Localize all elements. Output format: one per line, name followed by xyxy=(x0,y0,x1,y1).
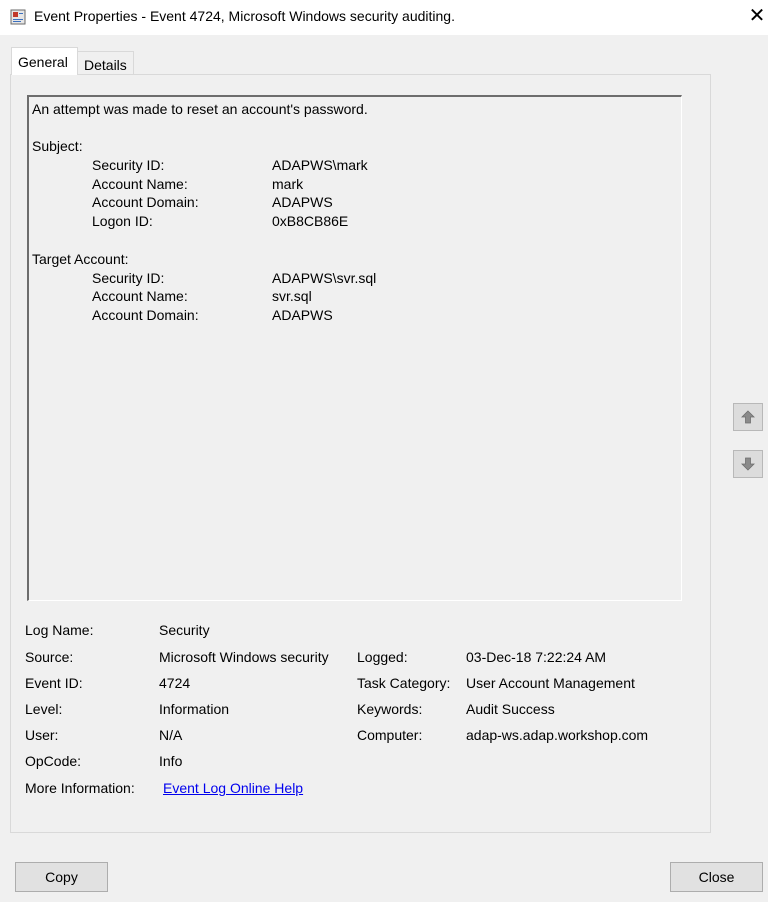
log-name-label: Log Name: xyxy=(25,622,94,638)
copy-button[interactable]: Copy xyxy=(15,862,108,892)
opcode-value: Info xyxy=(159,753,183,769)
subject-security-id-value: ADAPWS\mark xyxy=(272,157,368,173)
user-label: User: xyxy=(25,727,59,743)
logged-value: 03-Dec-18 7:22:24 AM xyxy=(466,649,607,665)
computer-value: adap-ws.adap.workshop.com xyxy=(466,727,649,743)
subject-account-domain-label: Account Domain: xyxy=(92,194,199,210)
target-security-id-label: Security ID: xyxy=(92,270,165,286)
user-value: N/A xyxy=(159,727,183,743)
target-heading: Target Account: xyxy=(32,251,129,267)
more-information-label: More Information: xyxy=(25,780,135,796)
event-log-online-help-link[interactable]: Event Log Online Help xyxy=(163,780,303,796)
target-account-name-value: svr.sql xyxy=(272,288,312,304)
computer-label: Computer: xyxy=(357,727,423,743)
close-window-icon[interactable]: ✕ xyxy=(742,4,768,30)
tab-general[interactable]: General xyxy=(11,47,78,75)
subject-account-domain-value: ADAPWS xyxy=(272,194,333,210)
source-label: Source: xyxy=(25,649,74,665)
keywords-label: Keywords: xyxy=(357,701,423,717)
subject-security-id-label: Security ID: xyxy=(92,157,165,173)
level-label: Level: xyxy=(25,701,63,717)
log-name-value: Security xyxy=(159,622,210,638)
subject-account-name-label: Account Name: xyxy=(92,176,188,192)
target-account-domain-label: Account Domain: xyxy=(92,307,199,323)
tab-details[interactable]: Details xyxy=(77,51,134,75)
target-account-domain-value: ADAPWS xyxy=(272,307,333,323)
task-category-value: User Account Management xyxy=(466,675,635,691)
subject-logon-id-value: 0xB8CB86E xyxy=(272,213,349,229)
event-id-label: Event ID: xyxy=(25,675,83,691)
level-value: Information xyxy=(159,701,230,717)
description-intro: An attempt was made to reset an account'… xyxy=(32,101,368,117)
logged-label: Logged: xyxy=(357,649,408,665)
task-category-label: Task Category: xyxy=(357,675,451,691)
source-value: Microsoft Windows security xyxy=(159,649,329,665)
target-account-name-label: Account Name: xyxy=(92,288,188,304)
next-event-button[interactable] xyxy=(733,450,763,478)
keywords-value: Audit Success xyxy=(466,701,555,717)
event-description[interactable]: An attempt was made to reset an account'… xyxy=(27,95,682,601)
window-title: Event Properties - Event 4724, Microsoft… xyxy=(34,8,455,24)
target-security-id-value: ADAPWS\svr.sql xyxy=(272,270,377,286)
subject-heading: Subject: xyxy=(32,138,83,154)
close-button[interactable]: Close xyxy=(670,862,763,892)
event-viewer-icon xyxy=(10,9,26,25)
subject-logon-id-label: Logon ID: xyxy=(92,213,153,229)
subject-account-name-value: mark xyxy=(272,176,304,192)
opcode-label: OpCode: xyxy=(25,753,82,769)
title-bar: Event Properties - Event 4724, Microsoft… xyxy=(0,0,768,35)
previous-event-button[interactable] xyxy=(733,403,763,431)
event-id-value: 4724 xyxy=(159,675,191,691)
